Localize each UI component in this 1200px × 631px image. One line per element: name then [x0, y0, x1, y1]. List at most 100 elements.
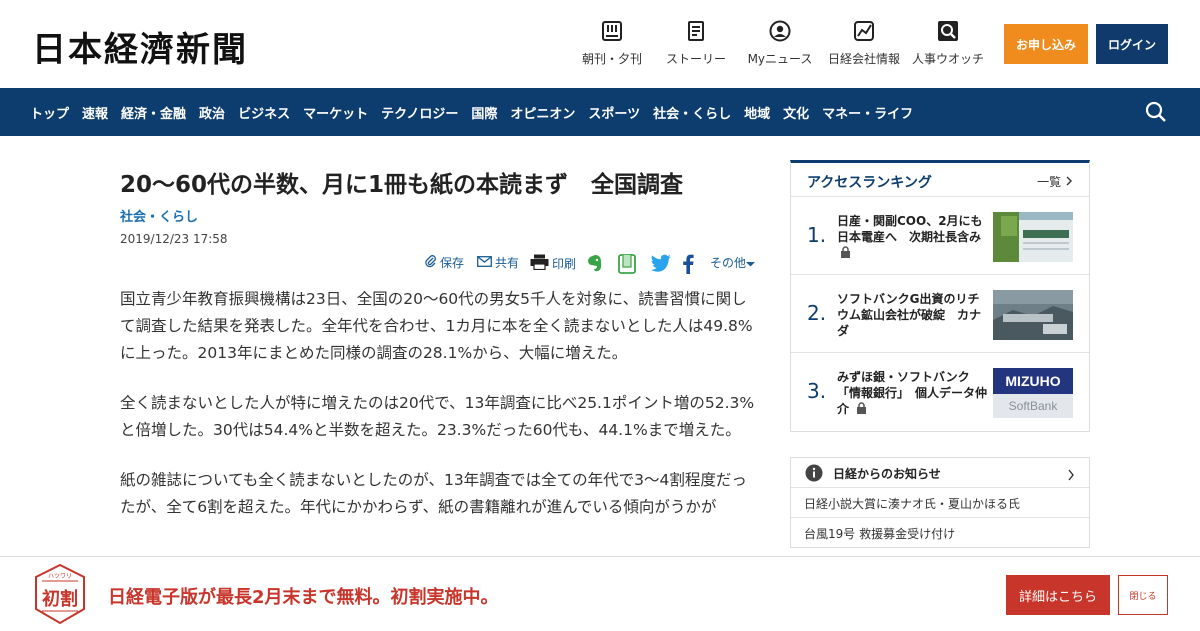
notice-link[interactable]: 台風19号 救援募金受け付け [791, 518, 1089, 548]
twitter-button[interactable] [650, 254, 675, 275]
share-label: 共有 [495, 256, 520, 270]
thumb-mizuho-text: MIZUHO [993, 368, 1073, 394]
printer-icon [530, 254, 552, 273]
main-navbar: トップ 速報 経済・金融 政治 ビジネス マーケット テクノロジー 国際 オピニ… [0, 88, 1200, 136]
save-label: 保存 [440, 256, 465, 270]
print-button[interactable]: 印刷 [530, 254, 576, 273]
nav-item-breaking[interactable]: 速報 [82, 103, 108, 122]
nav-item-opinion[interactable]: オピニオン [510, 103, 575, 122]
facebook-icon [682, 254, 697, 277]
twitter-icon [650, 254, 675, 275]
hatsuwari-badge: ハツワリ 初割 [32, 563, 88, 631]
chart-icon [826, 20, 902, 44]
thumb-softbank-text: SoftBank [993, 394, 1073, 418]
caret-down-icon [746, 256, 758, 270]
nav-item-culture[interactable]: 文化 [783, 103, 809, 122]
promo-detail-button[interactable]: 詳細はこちら [1006, 575, 1110, 615]
share-button[interactable]: 共有 [477, 254, 519, 271]
print-label: 印刷 [552, 257, 577, 271]
article-date: 2019/12/23 17:58 [120, 232, 228, 246]
other-label: その他 [710, 256, 747, 270]
nav-item-international[interactable]: 国際 [471, 103, 497, 122]
ranking-title: アクセスランキング [807, 175, 932, 191]
chevron-right-icon [1067, 466, 1075, 485]
nav-mynews[interactable]: Myニュース [744, 20, 816, 70]
nav-item-money-life[interactable]: マネー・ライフ [822, 103, 913, 122]
user-icon [744, 20, 816, 44]
nav-personnel-watch[interactable]: 人事ウオッチ [910, 20, 986, 70]
nav-item-society[interactable]: 社会・くらし [653, 103, 731, 122]
subscribe-button[interactable]: お申し込み [1004, 24, 1088, 64]
article-title: 20～60代の半数、月に1冊も紙の本読まず 全国調査 [120, 172, 684, 198]
article-paragraph: 国立青少年教育振興機構は23日、全国の20～60代の男女5千人を対象に、読書習慣… [120, 290, 753, 362]
nav-item-politics[interactable]: 政治 [199, 103, 225, 122]
article-category-link[interactable]: 社会・くらし [120, 206, 760, 225]
article-paragraph: 全く読まないとした人が特に増えたのは20代で、13年調査に比べ25.1ポイント増… [120, 394, 755, 439]
article-body: 国立青少年教育振興機構は23日、全国の20～60代の男女5千人を対象に、読書習慣… [120, 286, 760, 544]
nav-item-technology[interactable]: テクノロジー [381, 103, 458, 122]
evernote-button[interactable] [586, 254, 607, 276]
badge-text: 初割 [42, 588, 78, 610]
mail-icon [477, 255, 495, 270]
nav-item-market[interactable]: マーケット [303, 103, 368, 122]
ranking-item[interactable]: 3. みずほ銀・ソフトバンク「情報銀行」 個人データ仲介 MIZUHO Soft… [791, 353, 1089, 431]
note-icon [618, 254, 639, 277]
nav-newspaper[interactable]: 朝刊・夕刊 [578, 20, 646, 70]
chevron-right-icon [1065, 175, 1073, 189]
ranking-all-link[interactable]: 一覧 [1037, 173, 1073, 190]
promo-text: 日経電子版が最長2月末まで無料。初割実施中。 [108, 587, 499, 608]
site-logo[interactable]: 日本経濟新聞 [32, 22, 248, 71]
lock-icon [840, 245, 851, 262]
nikkei-notice: 日経からのお知らせ 日経小説大賞に湊ナオ氏・夏山かほる氏 台風19号 救援募金受… [790, 457, 1090, 548]
ranking-number: 1. [807, 223, 827, 247]
ranking-number: 3. [807, 379, 827, 403]
nav-company-info-label: 日経会社情報 [827, 52, 900, 66]
promo-banner: ハツワリ 初割 日経電子版が最長2月末まで無料。初割実施中。 詳細はこちら 閉じ… [0, 556, 1200, 630]
evernote-icon [586, 254, 607, 276]
ranking-headline: みずほ銀・ソフトバンク「情報銀行」 個人データ仲介 [837, 369, 987, 418]
nav-company-info[interactable]: 日経会社情報 [826, 20, 902, 70]
nav-item-region[interactable]: 地域 [744, 103, 770, 122]
ranking-headline-text: ソフトバンクG出資のリチウム鉱山会社が破綻 カナダ [837, 292, 982, 338]
nav-item-top[interactable]: トップ [30, 103, 69, 122]
notice-link[interactable]: 日経小説大賞に湊ナオ氏・夏山かほる氏 [791, 488, 1089, 518]
ranking-item[interactable]: 2. ソフトバンクG出資のリチウム鉱山会社が破綻 カナダ [791, 275, 1089, 353]
lock-icon [856, 401, 867, 418]
other-menu-button[interactable]: その他 [710, 254, 758, 271]
nav-item-economy[interactable]: 経済・金融 [121, 103, 186, 122]
nav-mynews-label: Myニュース [747, 52, 813, 66]
info-icon [805, 464, 823, 486]
login-button[interactable]: ログイン [1096, 24, 1168, 64]
ranking-headline: 日産・関副COO、2月にも日本電産へ 次期社長含み [837, 213, 987, 262]
ranking-item[interactable]: 1. 日産・関副COO、2月にも日本電産へ 次期社長含み [791, 197, 1089, 275]
ranking-thumbnail [993, 212, 1073, 262]
article-tools: 保存 共有 印刷 その他 [420, 254, 760, 278]
article: 20～60代の半数、月に1冊も紙の本読まず 全国調査 社会・くらし 2019/1… [120, 160, 760, 516]
document-icon [662, 20, 730, 44]
access-ranking: アクセスランキング 一覧 1. 日産・関副COO、2月にも日本電産へ 次期社長含… [790, 160, 1090, 432]
badge-small-text: ハツワリ [48, 573, 72, 580]
save-button[interactable]: 保存 [424, 254, 464, 271]
newspaper-icon [578, 20, 646, 44]
article-paragraph: 紙の雑誌についても全く読まないとしたのが、13年調査では全ての年代で3～4割程度… [120, 471, 747, 516]
nav-item-sports[interactable]: スポーツ [588, 103, 640, 122]
notice-title: 日経からのお知らせ [833, 467, 941, 481]
paperclip-icon [424, 254, 440, 271]
nav-personnel-watch-label: 人事ウオッチ [911, 52, 984, 66]
ranking-headline: ソフトバンクG出資のリチウム鉱山会社が破綻 カナダ [837, 291, 987, 339]
navbar-list: トップ 速報 経済・金融 政治 ビジネス マーケット テクノロジー 国際 オピニ… [30, 88, 926, 136]
promo-close-button[interactable]: 閉じる [1118, 575, 1168, 615]
nav-story-label: ストーリー [665, 52, 726, 66]
facebook-button[interactable] [682, 254, 697, 277]
ranking-all-label: 一覧 [1037, 175, 1062, 189]
ranking-thumbnail: MIZUHO SoftBank [993, 368, 1073, 418]
clip-button[interactable] [618, 254, 639, 277]
ranking-headline-text: 日産・関副COO、2月にも日本電産へ 次期社長含み [837, 214, 983, 244]
notice-header[interactable]: 日経からのお知らせ [791, 458, 1089, 488]
ranking-thumbnail [993, 290, 1073, 340]
search-icon[interactable] [1145, 101, 1167, 127]
ranking-number: 2. [807, 301, 827, 325]
nav-item-business[interactable]: ビジネス [238, 103, 290, 122]
nav-story[interactable]: ストーリー [662, 20, 730, 70]
site-header: 日本経濟新聞 朝刊・夕刊 ストーリー Myニュース 日経会社情報 人事ウオッチ … [0, 0, 1200, 88]
